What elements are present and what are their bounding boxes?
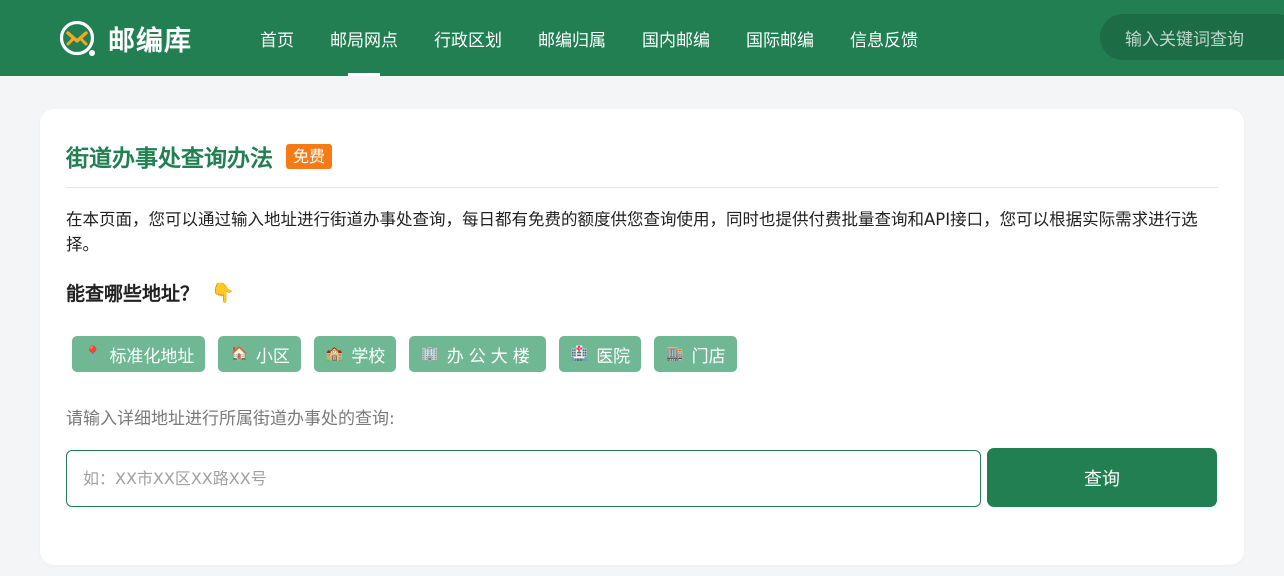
address-input[interactable] <box>66 450 981 507</box>
top-header: 邮编库 首页 邮局网点 行政区划 邮编归属 国内邮编 国际邮编 信息反馈 输入关… <box>0 0 1284 76</box>
tag-label: 标准化地址 <box>109 346 195 367</box>
tag-office-building: 🏢 办公大楼 <box>409 336 546 372</box>
address-type-tags: 📍 标准化地址 🏠 小区 🏫 学校 🏢 办公大楼 🏥 医院 🏬 门店 <box>72 336 750 372</box>
nav-feedback[interactable]: 信息反馈 <box>832 0 936 76</box>
site-logo[interactable]: 邮编库 <box>58 16 192 60</box>
tag-label: 小区 <box>255 346 290 367</box>
free-badge: 免费 <box>286 143 333 169</box>
nav-postcode-attribution[interactable]: 邮编归属 <box>520 0 624 76</box>
supported-address-heading: 能查哪些地址？ 👇 <box>66 279 235 306</box>
pointing-down-icon: 👇 <box>211 282 235 304</box>
tag-standard-address: 📍 标准化地址 <box>72 336 206 372</box>
school-icon: 🏫 <box>325 346 344 362</box>
tag-label: 办公大楼 <box>446 346 535 367</box>
tag-label: 医院 <box>596 346 631 367</box>
tag-label: 学校 <box>351 346 386 367</box>
input-prompt: 请输入详细地址进行所属街道办事处的查询: <box>66 409 395 429</box>
query-card: 街道办事处查询办法 免费 在本页面，您可以通过输入地址进行街道办事处查询，每日都… <box>40 109 1244 565</box>
tag-residential-community: 🏠 小区 <box>218 336 301 372</box>
store-icon: 🏬 <box>666 346 684 362</box>
subheading-text: 能查哪些地址？ <box>66 283 200 305</box>
logo-text: 邮编库 <box>108 25 192 57</box>
nav-post-offices[interactable]: 邮局网点 <box>312 0 416 76</box>
query-button[interactable]: 查询 <box>987 448 1217 507</box>
envelope-check-icon <box>59 20 95 56</box>
nav-administrative-divisions[interactable]: 行政区划 <box>416 0 520 76</box>
nav-domestic-postcodes[interactable]: 国内邮编 <box>624 0 728 76</box>
nav-international-postcodes[interactable]: 国际邮编 <box>728 0 832 76</box>
page-title: 街道办事处查询办法 <box>66 146 273 172</box>
tag-hospital: 🏥 医院 <box>558 336 642 372</box>
office-building-icon: 🏢 <box>421 346 439 362</box>
description-text: 在本页面，您可以通过输入地址进行街道办事处查询，每日都有免费的额度供您查询使用，… <box>66 210 1198 254</box>
hospital-icon: 🏥 <box>570 346 589 362</box>
tag-store: 🏬 门店 <box>654 336 737 372</box>
pin-icon: 📍 <box>84 346 102 362</box>
header-search-input[interactable]: 输入关键词查询 <box>1100 14 1284 60</box>
main-nav: 首页 邮局网点 行政区划 邮编归属 国内邮编 国际邮编 信息反馈 <box>242 0 936 76</box>
tag-label: 门店 <box>691 346 726 367</box>
nav-home[interactable]: 首页 <box>242 0 312 76</box>
tag-school: 🏫 学校 <box>313 336 397 372</box>
title-row: 街道办事处查询办法 免费 <box>66 139 333 173</box>
title-divider <box>66 187 1218 188</box>
house-icon: 🏠 <box>230 346 248 362</box>
